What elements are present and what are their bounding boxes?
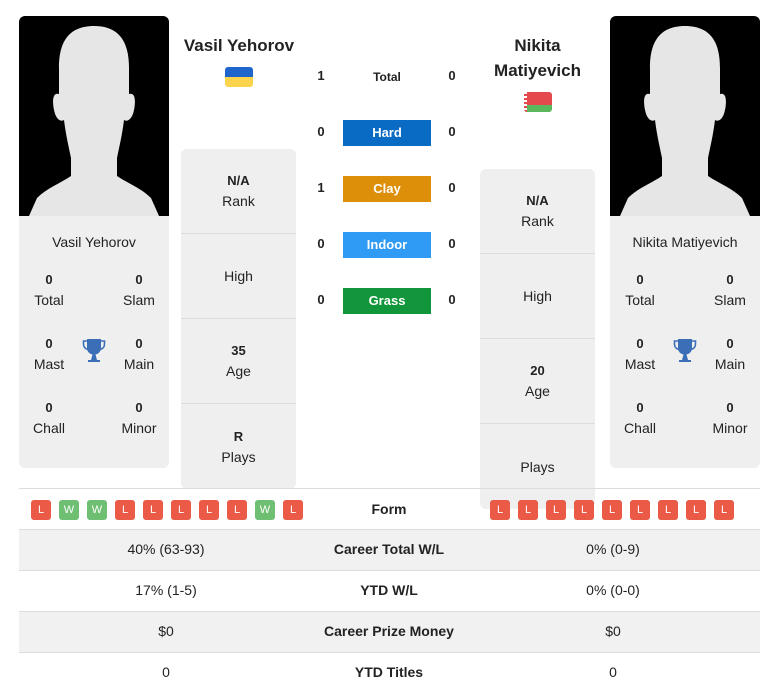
h2h-total-label: Total xyxy=(373,70,401,84)
left-rank: N/A Rank xyxy=(181,149,296,234)
form-loss-badge[interactable]: L xyxy=(686,500,706,520)
left-plays: R Plays xyxy=(221,428,256,465)
stat-right-value: 0 xyxy=(609,664,617,680)
right-titles-grid: 0 Total 0 Slam 0 Mast 0 Main 0 Chall 0 Minor xyxy=(610,270,760,468)
right-title-minor: 0 Minor xyxy=(712,400,748,436)
left-player-card: Vasil Yehorov 0 Total 0 Slam 0 Mast 0 Main 0… xyxy=(19,16,169,468)
form-loss-badge[interactable]: L xyxy=(283,500,303,520)
stat-right-value: 0% (0-0) xyxy=(586,582,640,598)
right-player-photo xyxy=(610,16,760,216)
form-loss-badge[interactable]: L xyxy=(658,500,678,520)
form-loss-badge[interactable]: L xyxy=(602,500,622,520)
stat-row-ytd-wl: 17% (1-5) YTD W/L 0% (0-0) xyxy=(19,571,760,612)
form-loss-badge[interactable]: L xyxy=(630,500,650,520)
player-silhouette-icon xyxy=(620,26,750,216)
belarus-flag-icon xyxy=(524,92,552,112)
form-loss-badge[interactable]: L xyxy=(518,500,538,520)
stat-left-value: 40% (63-93) xyxy=(127,541,205,557)
left-age: 35 Age xyxy=(181,319,296,404)
form-loss-badge[interactable]: L xyxy=(199,500,219,520)
h2h-clay-row: 1 Clay 0 xyxy=(310,176,470,202)
h2h-left-value: 0 xyxy=(317,236,325,251)
form-loss-badge[interactable]: L xyxy=(714,500,734,520)
left-player-card-name: Vasil Yehorov xyxy=(52,234,136,250)
surface-clay-badge[interactable]: Clay xyxy=(343,176,431,202)
stat-left-value: $0 xyxy=(158,623,174,639)
ukraine-flag-icon xyxy=(225,67,253,87)
left-title-mast: 0 Mast xyxy=(33,336,65,372)
left-title-minor: 0 Minor xyxy=(121,400,157,436)
right-info-card: N/A Rank High 20 Age Plays xyxy=(480,169,595,509)
h2h-right-value: 0 xyxy=(448,236,456,251)
form-loss-badge[interactable]: L xyxy=(31,500,51,520)
right-title-slam: 0 Slam xyxy=(714,272,746,308)
surface-hard-badge[interactable]: Hard xyxy=(343,120,431,146)
form-loss-badge[interactable]: L xyxy=(171,500,191,520)
right-age: 20 Age xyxy=(480,339,595,424)
h2h-left-value: 1 xyxy=(317,180,325,195)
stat-row-ytd-titles: 0 YTD Titles 0 xyxy=(19,653,760,694)
right-player-name[interactable]: Nikita Matiyevich xyxy=(475,33,600,83)
surface-grass-badge[interactable]: Grass xyxy=(343,288,431,314)
form-loss-badge[interactable]: L xyxy=(227,500,247,520)
h2h-indoor-row: 0 Indoor 0 xyxy=(310,232,470,258)
form-loss-badge[interactable]: L xyxy=(546,500,566,520)
trophy-icon xyxy=(82,338,106,366)
right-rank: N/A Rank xyxy=(480,169,595,254)
h2h-grass-row: 0 Grass 0 xyxy=(310,288,470,314)
stat-right-value: $0 xyxy=(605,623,621,639)
h2h-left-value: 1 xyxy=(317,68,325,83)
form-label: Form xyxy=(371,501,407,517)
left-titles-grid: 0 Total 0 Slam 0 Mast 0 Main 0 Chall 0 Minor xyxy=(19,270,169,468)
left-title-main: 0 Main xyxy=(123,336,155,372)
stat-right-value: 0% (0-9) xyxy=(586,541,640,557)
h2h-right-value: 0 xyxy=(448,292,456,307)
form-win-badge[interactable]: W xyxy=(87,500,107,520)
right-high: High xyxy=(480,254,595,339)
left-player-photo xyxy=(19,16,169,216)
h2h-hard-row: 0 Hard 0 xyxy=(310,120,470,146)
right-title-total: 0 Total xyxy=(625,272,655,308)
form-loss-badge[interactable]: L xyxy=(143,500,163,520)
left-high: High xyxy=(181,234,296,319)
right-player-card-name: Nikita Matiyevich xyxy=(632,234,738,250)
form-loss-badge[interactable]: L xyxy=(574,500,594,520)
stat-left-value: 0 xyxy=(162,664,170,680)
h2h-total-row: 1 Total 0 xyxy=(310,64,470,90)
stat-row-career-total-wl: 40% (63-93) Career Total W/L 0% (0-9) xyxy=(19,530,760,571)
stat-label: Career Total W/L xyxy=(333,541,445,557)
right-title-mast: 0 Mast xyxy=(624,336,656,372)
stat-label: YTD Titles xyxy=(354,664,424,680)
right-title-chall: 0 Chall xyxy=(624,400,656,436)
stat-label: YTD W/L xyxy=(360,582,418,598)
form-loss-badge[interactable]: L xyxy=(490,500,510,520)
stat-left-value: 17% (1-5) xyxy=(135,582,197,598)
right-title-main: 0 Main xyxy=(714,336,746,372)
left-title-total: 0 Total xyxy=(34,272,64,308)
right-player-card: Nikita Matiyevich 0 Total 0 Slam 0 Mast 0 Ma… xyxy=(610,16,760,468)
left-info-card: N/A Rank High 35 Age R Plays xyxy=(181,149,296,489)
surface-indoor-badge[interactable]: Indoor xyxy=(343,232,431,258)
form-win-badge[interactable]: W xyxy=(255,500,275,520)
left-title-slam: 0 Slam xyxy=(123,272,155,308)
h2h-left-value: 0 xyxy=(317,292,325,307)
stat-label: Career Prize Money xyxy=(324,623,454,639)
stat-row-career-prize-money: $0 Career Prize Money $0 xyxy=(19,612,760,653)
h2h-right-value: 0 xyxy=(448,68,456,83)
form-row: LWWLLLLLWL Form LLLLLLLLL xyxy=(19,488,760,530)
trophy-icon xyxy=(673,338,697,366)
h2h-right-value: 0 xyxy=(448,124,456,139)
h2h-right-value: 0 xyxy=(448,180,456,195)
h2h-left-value: 0 xyxy=(317,124,325,139)
left-title-chall: 0 Chall xyxy=(33,400,65,436)
player-silhouette-icon xyxy=(29,26,159,216)
form-loss-badge[interactable]: L xyxy=(115,500,135,520)
left-player-name[interactable]: Vasil Yehorov xyxy=(175,33,303,58)
form-win-badge[interactable]: W xyxy=(59,500,79,520)
